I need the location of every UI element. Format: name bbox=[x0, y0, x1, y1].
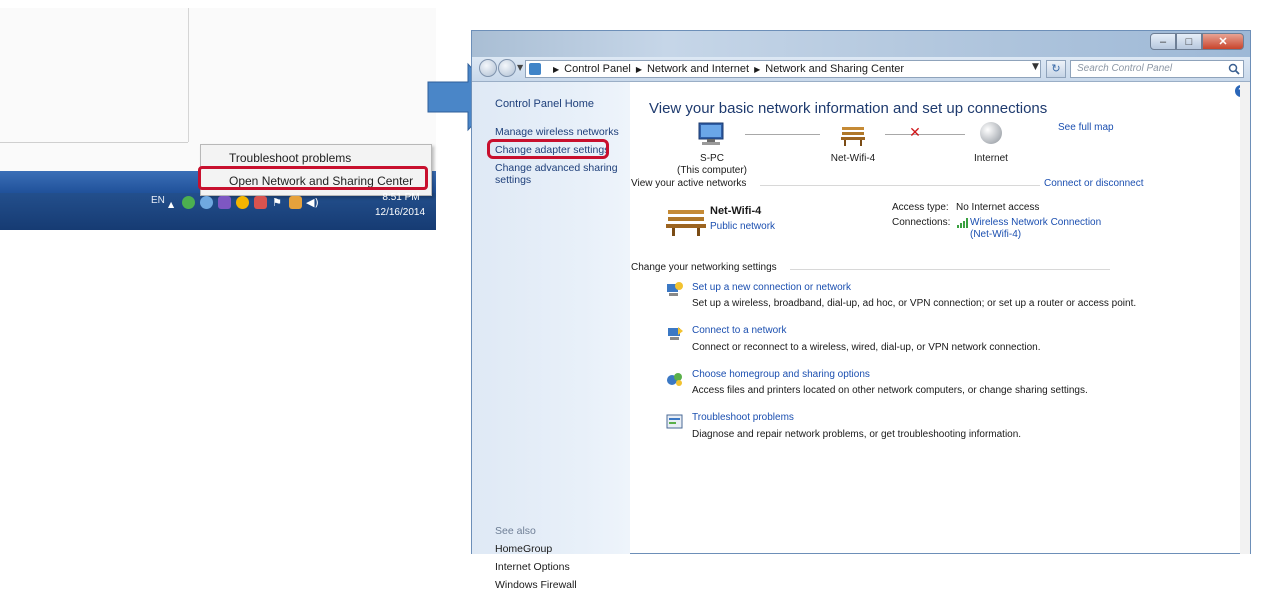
homegroup-link[interactable]: HomeGroup bbox=[495, 543, 552, 555]
computer-subtitle: (This computer) bbox=[676, 165, 747, 176]
clock-date[interactable]: 12/16/2014 bbox=[370, 207, 430, 218]
tray-app-icon[interactable] bbox=[200, 196, 213, 209]
divider bbox=[188, 8, 189, 142]
wifi-signal-icon bbox=[957, 218, 968, 228]
language-indicator[interactable]: EN bbox=[151, 195, 165, 206]
access-type-value: No Internet access bbox=[956, 202, 1040, 213]
clock-time[interactable]: 8:51 PM bbox=[376, 192, 426, 203]
window-controls: – □ ✕ bbox=[1150, 33, 1244, 51]
manage-wireless-networks-link[interactable]: Manage wireless networks bbox=[495, 126, 619, 138]
no-connection-x-icon[interactable]: ✕ bbox=[908, 126, 922, 140]
action-center-flag-icon[interactable]: ⚑ bbox=[272, 196, 285, 209]
see-full-map-link[interactable]: See full map bbox=[1058, 122, 1114, 133]
control-panel-home-link[interactable]: Control Panel Home bbox=[495, 98, 594, 110]
control-panel-icon bbox=[529, 63, 541, 75]
see-also-heading: See also bbox=[495, 525, 536, 537]
computer-icon bbox=[698, 122, 724, 145]
search-icon[interactable] bbox=[1228, 63, 1240, 75]
close-button[interactable]: ✕ bbox=[1202, 33, 1244, 50]
breadcrumb-control-panel[interactable]: Control Panel bbox=[564, 63, 631, 75]
menu-item-troubleshoot[interactable]: Troubleshoot problems bbox=[229, 151, 351, 165]
computer-name: S-PC bbox=[700, 153, 724, 164]
change-advanced-sharing-link-line2[interactable]: settings bbox=[495, 174, 531, 186]
access-type-label: Access type: bbox=[892, 202, 949, 213]
wireless-connection-link-line2[interactable]: (Net-Wifi-4) bbox=[970, 229, 1021, 240]
address-dropdown-icon[interactable]: ▼ bbox=[1032, 62, 1039, 72]
breadcrumb-network-sharing-center[interactable]: Network and Sharing Center bbox=[765, 63, 904, 75]
highlight-box bbox=[487, 139, 609, 159]
connect-to-network-link[interactable]: Connect to a network bbox=[692, 325, 787, 336]
windows-firewall-link[interactable]: Windows Firewall bbox=[495, 579, 577, 591]
tray-app-icon[interactable] bbox=[254, 196, 267, 209]
tray-app-icon[interactable] bbox=[236, 196, 249, 209]
connections-label: Connections: bbox=[892, 217, 951, 228]
minimize-button[interactable]: – bbox=[1150, 33, 1176, 50]
divider bbox=[760, 185, 1040, 186]
divider bbox=[790, 269, 1110, 270]
internet-label: Internet bbox=[974, 153, 1008, 164]
network-name-label: Net-Wifi-4 bbox=[830, 153, 876, 164]
page-title: View your basic network information and … bbox=[649, 100, 1048, 117]
main-content: View your basic network information and … bbox=[630, 82, 1248, 554]
title-bar[interactable]: – □ ✕ bbox=[472, 31, 1250, 57]
troubleshoot-problems-link[interactable]: Troubleshoot problems bbox=[692, 412, 794, 423]
divider bbox=[0, 142, 188, 143]
connection-line bbox=[885, 134, 965, 135]
back-button[interactable] bbox=[479, 59, 497, 77]
wireless-connection-link[interactable]: Wireless Network Connection bbox=[970, 217, 1101, 228]
maximize-button[interactable]: □ bbox=[1176, 33, 1202, 50]
public-network-bench-icon[interactable] bbox=[666, 206, 706, 236]
search-input[interactable]: Search Control Panel bbox=[1070, 60, 1244, 78]
refresh-button[interactable]: ↻ bbox=[1046, 60, 1066, 78]
volume-icon[interactable]: ◀) bbox=[306, 196, 319, 209]
new-connection-icon bbox=[667, 282, 683, 296]
connection-line bbox=[745, 134, 820, 135]
chevron-right-icon[interactable]: ▶ bbox=[754, 65, 760, 74]
search-placeholder: Search Control Panel bbox=[1077, 63, 1173, 74]
task-description: Set up a wireless, broadband, dial-up, a… bbox=[692, 298, 1137, 309]
network-sharing-center-window: – □ ✕ ▼ ▶ Control Panel ▶ Network and Inter… bbox=[471, 30, 1251, 591]
left-nav-pane: Control Panel Home Manage wireless netwo… bbox=[472, 82, 630, 591]
forward-button[interactable] bbox=[498, 59, 516, 77]
taskbar-screenshot: Troubleshoot problems Open Network and S… bbox=[0, 8, 436, 230]
homegroup-sharing-link[interactable]: Choose homegroup and sharing options bbox=[692, 369, 870, 380]
change-advanced-sharing-link[interactable]: Change advanced sharing bbox=[495, 162, 618, 174]
chevron-right-icon[interactable]: ▶ bbox=[553, 65, 559, 74]
active-networks-heading: View your active networks bbox=[631, 178, 747, 189]
highlight-box bbox=[198, 166, 428, 190]
network-icon[interactable] bbox=[289, 196, 302, 209]
troubleshoot-icon bbox=[666, 414, 683, 429]
system-tray: ▲ ⚑ ◀) bbox=[168, 196, 368, 214]
task-description: Diagnose and repair network problems, or… bbox=[692, 429, 1022, 440]
network-category-link[interactable]: Public network bbox=[710, 221, 775, 232]
tray-app-icon[interactable] bbox=[182, 196, 195, 209]
address-bar-row: ▼ ▶ Control Panel ▶ Network and Internet ▶ Ne… bbox=[472, 57, 1250, 82]
connect-or-disconnect-link[interactable]: Connect or disconnect bbox=[1044, 178, 1144, 189]
scrollbar-track[interactable] bbox=[1240, 82, 1250, 554]
task-description: Connect or reconnect to a wireless, wire… bbox=[692, 342, 1041, 353]
internet-globe-icon[interactable] bbox=[980, 122, 1002, 144]
active-network-name: Net-Wifi-4 bbox=[710, 205, 762, 217]
change-settings-heading: Change your networking settings bbox=[631, 262, 777, 273]
chevron-right-icon[interactable]: ▶ bbox=[636, 65, 642, 74]
setup-new-connection-link[interactable]: Set up a new connection or network bbox=[692, 282, 851, 293]
public-network-bench-icon[interactable] bbox=[840, 124, 866, 146]
show-hidden-icons-icon[interactable]: ▲ bbox=[168, 200, 176, 209]
connect-network-icon bbox=[668, 327, 683, 340]
homegroup-icon bbox=[667, 373, 682, 386]
breadcrumb: ▶ Control Panel ▶ Network and Internet ▶ Netw… bbox=[548, 63, 904, 75]
recent-pages-dropdown-icon[interactable]: ▼ bbox=[517, 63, 523, 72]
address-bar[interactable]: ▶ Control Panel ▶ Network and Internet ▶ Netw… bbox=[525, 60, 1041, 78]
internet-options-link[interactable]: Internet Options bbox=[495, 561, 570, 573]
task-description: Access files and printers located on oth… bbox=[692, 385, 1088, 396]
breadcrumb-network-and-internet[interactable]: Network and Internet bbox=[647, 63, 749, 75]
tray-app-icon[interactable] bbox=[218, 196, 231, 209]
